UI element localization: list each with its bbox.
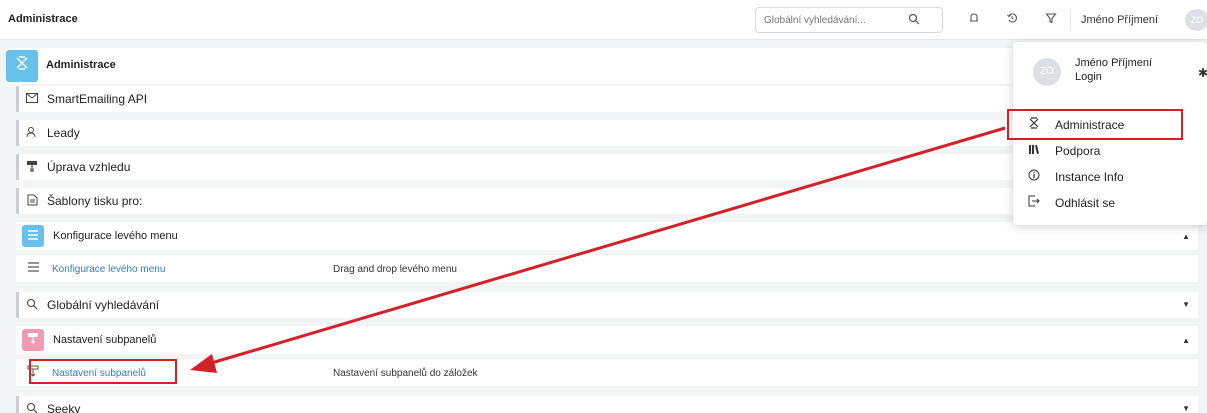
annotation-arrow	[190, 126, 1006, 373]
